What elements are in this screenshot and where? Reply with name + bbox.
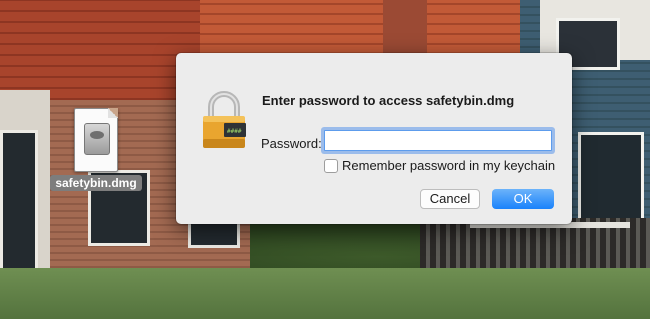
remember-password-label[interactable]: Remember password in my keychain — [342, 158, 555, 173]
wallpaper-roof-middle — [200, 0, 530, 55]
dialog-title: Enter password to access safetybin.dmg — [262, 93, 515, 108]
svg-text:####: #### — [227, 128, 242, 135]
disk-image-icon — [74, 108, 118, 172]
desktop-file-safetybin[interactable]: safetybin.dmg — [50, 108, 142, 192]
lock-icon: #### — [203, 91, 246, 148]
remember-password-checkbox[interactable] — [324, 159, 338, 173]
password-dialog: #### Enter password to access safetybin.… — [176, 53, 572, 224]
cancel-button[interactable]: Cancel — [420, 189, 480, 209]
desktop-file-label: safetybin.dmg — [50, 175, 142, 191]
wallpaper-lawn — [0, 268, 650, 319]
hard-disk-icon — [84, 123, 110, 155]
wallpaper-window — [0, 130, 38, 276]
ok-button[interactable]: OK — [492, 189, 554, 209]
password-input[interactable] — [324, 130, 552, 151]
password-label: Password: — [261, 136, 322, 151]
wallpaper-window — [578, 132, 644, 223]
wallpaper-chimney — [383, 0, 427, 60]
